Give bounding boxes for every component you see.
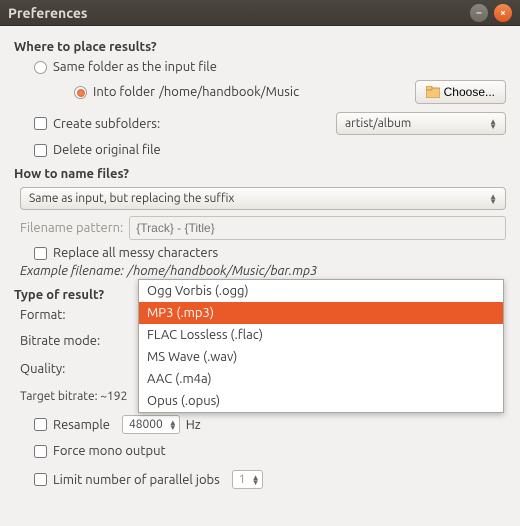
format-option[interactable]: MP3 (.mp3) — [139, 302, 503, 324]
same-folder-row: Same folder as the input file — [34, 60, 506, 74]
into-folder-path: /home/handbook/Music — [159, 85, 299, 99]
limit-jobs-spinner: 1 ▲▼ — [232, 470, 263, 489]
delete-original-row: Delete original file — [34, 143, 506, 157]
choose-folder-button[interactable]: Choose... — [415, 80, 506, 104]
example-filename-label: Example filename: — [20, 264, 124, 278]
filename-pattern-row: Filename pattern: — [20, 216, 506, 240]
into-folder-radio[interactable] — [74, 86, 87, 99]
into-folder-label: Into folder — [93, 85, 155, 99]
name-mode-select[interactable]: Same as input, but replacing the suffix … — [20, 187, 506, 210]
updown-icon: ▲▼ — [489, 194, 497, 204]
updown-icon: ▲▼ — [252, 475, 260, 485]
force-mono-checkbox[interactable] — [34, 445, 47, 458]
format-dropdown-popup[interactable]: Ogg Vorbis (.ogg)MP3 (.mp3)FLAC Lossless… — [138, 279, 504, 413]
updown-icon: ▲▼ — [169, 420, 177, 430]
resample-label: Resample — [53, 418, 110, 432]
create-subfolders-label: Create subfolders: — [53, 117, 160, 131]
format-option[interactable]: FLAC Lossless (.flac) — [139, 324, 503, 346]
force-mono-row: Force mono output — [34, 444, 506, 458]
bitrate-mode-label: Bitrate mode: — [20, 334, 130, 348]
replace-messy-checkbox[interactable] — [34, 247, 47, 260]
same-folder-radio[interactable] — [34, 61, 47, 74]
format-option[interactable]: MS Wave (.wav) — [139, 346, 503, 368]
example-filename-value: /home/handbook/Music/bar.mp3 — [128, 264, 318, 278]
delete-original-checkbox[interactable] — [34, 144, 47, 157]
resample-checkbox[interactable] — [34, 418, 47, 431]
content-area: Where to place results? Same folder as t… — [0, 26, 520, 502]
folder-icon — [426, 86, 440, 98]
limit-jobs-checkbox[interactable] — [34, 473, 47, 486]
name-mode-value: Same as input, but replacing the suffix — [29, 192, 235, 205]
filename-pattern-label: Filename pattern: — [20, 221, 123, 235]
example-filename-row: Example filename: /home/handbook/Music/b… — [20, 264, 506, 278]
limit-jobs-label: Limit number of parallel jobs — [53, 473, 220, 487]
resample-spinner[interactable]: 48000 ▲▼ — [122, 415, 180, 434]
filename-pattern-input — [129, 216, 506, 240]
name-mode-row: Same as input, but replacing the suffix … — [20, 187, 506, 210]
name-files-heading: How to name files? — [14, 167, 506, 181]
limit-jobs-value: 1 — [239, 473, 246, 486]
target-bitrate-label: Target bitrate: ~192 — [20, 390, 127, 403]
force-mono-label: Force mono output — [53, 444, 166, 458]
subfolder-pattern-select[interactable]: artist/album ▲▼ — [336, 112, 506, 135]
delete-original-label: Delete original file — [53, 143, 161, 157]
format-label: Format: — [20, 308, 130, 322]
same-folder-label: Same folder as the input file — [53, 60, 217, 74]
format-option[interactable]: Ogg Vorbis (.ogg) — [139, 280, 503, 302]
close-button[interactable]: × — [494, 4, 512, 22]
titlebar: Preferences – × — [0, 0, 520, 26]
subfolder-pattern-value: artist/album — [345, 117, 411, 130]
format-option[interactable]: Opus (.opus) — [139, 390, 503, 412]
resample-unit: Hz — [186, 418, 201, 432]
replace-messy-label: Replace all messy characters — [53, 246, 218, 260]
window-title: Preferences — [8, 5, 464, 21]
updown-icon: ▲▼ — [489, 119, 497, 129]
resample-value: 48000 — [129, 418, 163, 431]
format-option[interactable]: AAC (.m4a) — [139, 368, 503, 390]
place-results-heading: Where to place results? — [14, 40, 506, 54]
replace-messy-row: Replace all messy characters — [34, 246, 506, 260]
create-subfolders-checkbox[interactable] — [34, 117, 47, 130]
resample-row: Resample 48000 ▲▼ Hz — [34, 415, 506, 434]
limit-jobs-row: Limit number of parallel jobs 1 ▲▼ — [34, 470, 506, 489]
into-folder-row: Into folder /home/handbook/Music Choose.… — [74, 80, 506, 104]
create-subfolders-row: Create subfolders: artist/album ▲▼ — [34, 112, 506, 135]
choose-label: Choose... — [444, 85, 495, 99]
quality-label: Quality: — [20, 362, 130, 376]
minimize-button[interactable]: – — [470, 4, 488, 22]
